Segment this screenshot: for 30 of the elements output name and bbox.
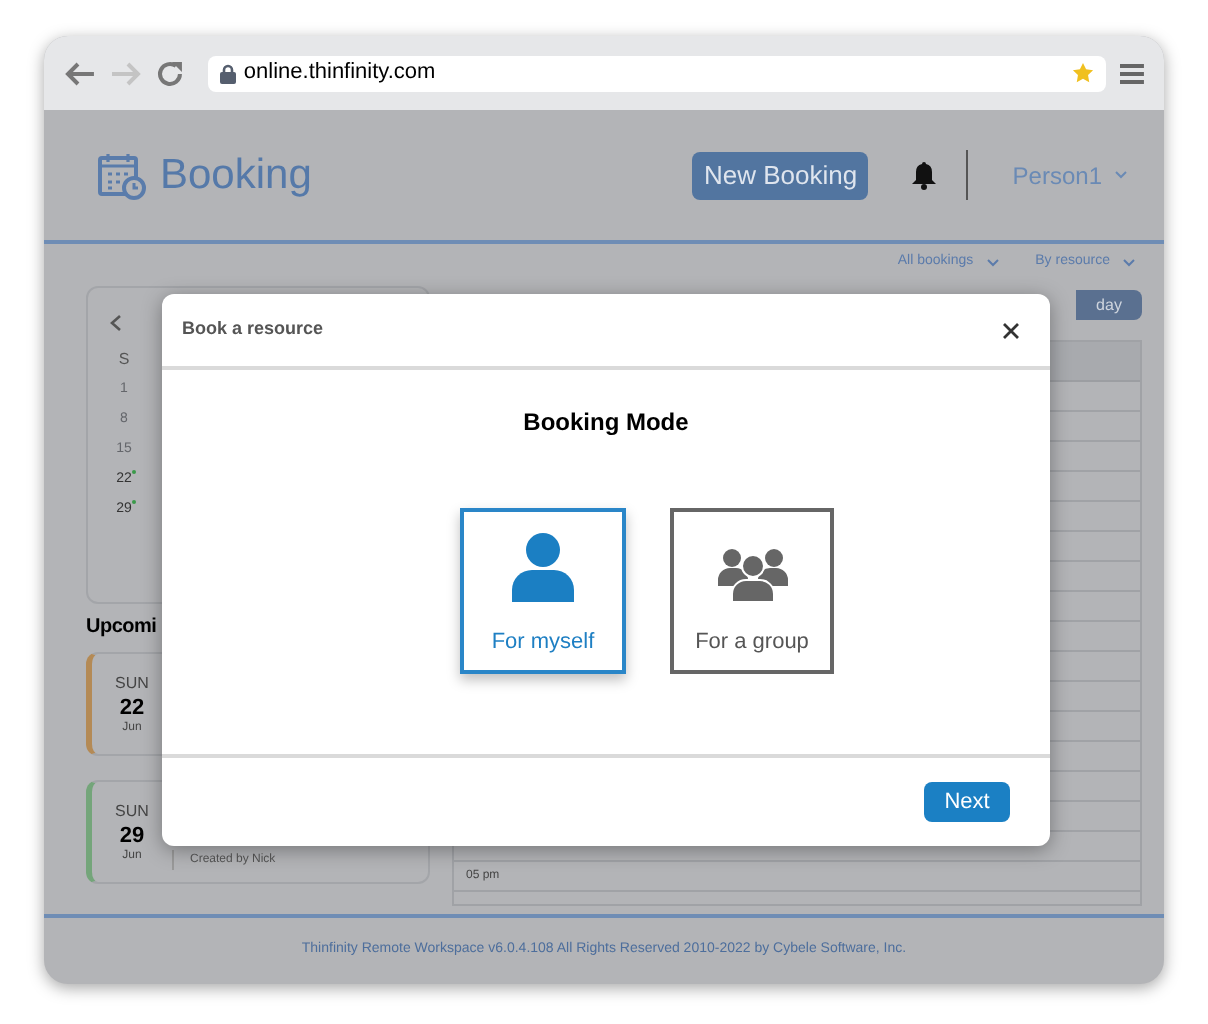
- lock-icon: [219, 63, 236, 83]
- day-view-button[interactable]: day: [1076, 290, 1142, 320]
- event-weekday: SUN: [115, 671, 149, 695]
- group-icon: [717, 547, 787, 601]
- dialog-heading: Booking Mode: [523, 406, 689, 440]
- calendar-clock-icon: [98, 151, 146, 199]
- bell-icon[interactable]: [912, 160, 937, 190]
- address-bar[interactable]: online.thinfinity.com: [207, 55, 1107, 91]
- chevron-down-icon: [1122, 258, 1136, 268]
- person-icon: [512, 531, 574, 601]
- reload-icon[interactable]: [155, 59, 184, 87]
- url-text: online.thinfinity.com: [243, 58, 436, 89]
- section-heading: Upcomi: [86, 614, 157, 642]
- close-icon[interactable]: [1002, 321, 1020, 339]
- star-icon[interactable]: [1072, 62, 1095, 84]
- chevron-left-icon[interactable]: [110, 314, 122, 332]
- mode-option[interactable]: For myself: [460, 508, 626, 674]
- event-day: 22: [119, 695, 145, 719]
- back-icon[interactable]: [64, 61, 96, 85]
- dialog-title: Book a resource: [182, 316, 324, 343]
- event-weekday: SUN: [115, 799, 149, 823]
- menu-icon[interactable]: [1120, 63, 1144, 83]
- chevron-down-icon: [985, 258, 1000, 268]
- weekday-label: S: [118, 352, 130, 368]
- chevron-down-icon: [1114, 170, 1128, 180]
- event-day: 29: [119, 823, 145, 847]
- next-button[interactable]: Next: [924, 782, 1010, 822]
- mode-option[interactable]: For a group: [670, 508, 834, 674]
- new-booking-button[interactable]: New Booking: [692, 151, 869, 199]
- app-title: Booking: [160, 149, 312, 202]
